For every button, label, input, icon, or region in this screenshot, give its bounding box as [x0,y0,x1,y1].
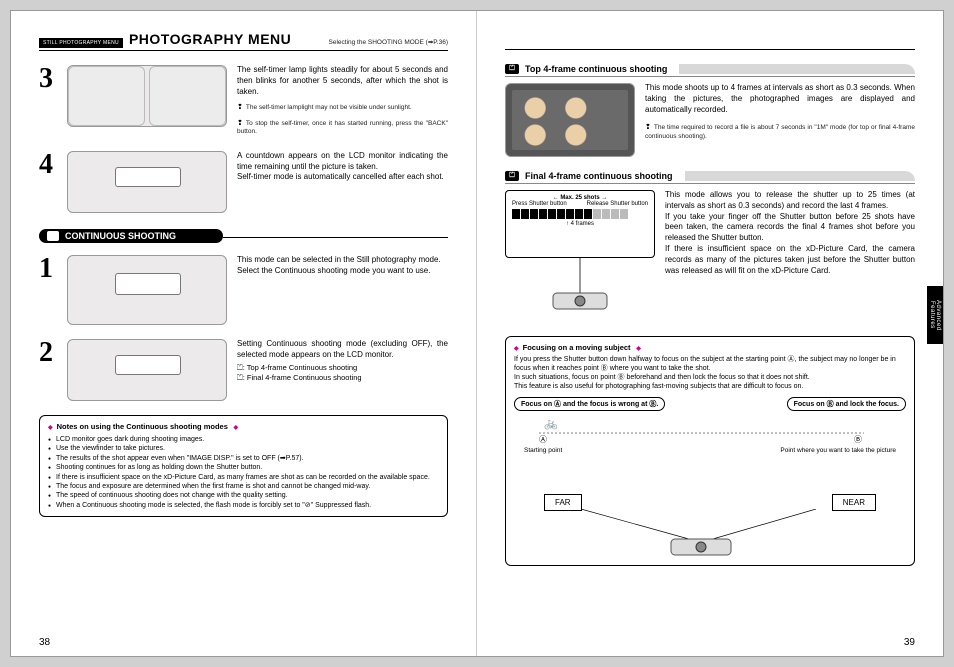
final4-timeline: ← Max. 25 shots → Press Shutter button R… [505,190,655,258]
top4-text: This mode shoots up to 4 frames at inter… [645,83,915,115]
icon-final4-label: : Final 4-frame Continuous shooting [243,373,362,382]
step4-text: A countdown appears on the LCD monitor i… [237,151,448,213]
step3-illustration [67,65,227,127]
focus-title: Focusing on a moving subject [514,343,906,352]
step2-illustration [67,339,227,401]
notes-box: Notes on using the Continuous shooting m… [39,415,448,518]
step1-illustration [67,255,227,325]
bicycle-diagram: 🚲 Ⓐ Ⓑ [514,415,906,445]
step3-text: The self-timer lamp lights steadily for … [237,65,448,97]
step2-text: Setting Continuous shooting mode (exclud… [237,339,448,361]
take-point-label: Point where you want to take the picture [780,447,896,454]
camera-bottom-diagram [506,509,914,559]
icon-top4-label: : Top 4-frame Continuous shooting [243,363,358,372]
starting-point-label: Starting point [524,447,562,454]
menu-title: PHOTOGRAPHY MENU [129,31,291,47]
focus-pill-a: Focus on Ⓐ and the focus is wrong at Ⓑ. [514,397,665,411]
header-row: STILL PHOTOGRAPHY MENU PHOTOGRAPHY MENU … [39,31,448,48]
note-item: If there is insufficient space on the xD… [48,473,439,482]
step4-illustration [67,151,227,213]
timeline-filmstrip [512,209,648,219]
svg-text:Ⓑ: Ⓑ [854,435,862,444]
note-item: Use the viewfinder to take pictures. [48,444,439,453]
page-number-right: 39 [904,637,915,648]
camera-diagram [505,258,655,318]
step3-note-2: To stop the self-timer, once it has star… [237,119,448,137]
notes-list: LCD monitor goes dark during shooting im… [48,435,439,511]
step-1: 1 This mode can be selected in the Still… [39,255,448,325]
step1-text: This mode can be selected in the Still p… [237,255,448,325]
top4-note: The time required to record a file is ab… [645,123,915,141]
note-item: Shooting continues for as long as holdin… [48,463,439,472]
timeline-press: Press Shutter button [512,201,567,207]
selecting-mode: Selecting the SHOOTING MODE (➡P.36) [329,38,448,46]
page-39: ⏍ Top 4-frame continuous shooting This m… [477,11,943,656]
page-spread: STILL PHOTOGRAPHY MENU PHOTOGRAPHY MENU … [10,10,944,657]
continuous-title: CONTINUOUS SHOOTING [65,231,176,241]
note-item: The results of the shot appear even when… [48,454,439,463]
top4-title: Top 4-frame continuous shooting [525,64,667,74]
step-number-2: 2 [39,339,57,401]
page-38: STILL PHOTOGRAPHY MENU PHOTOGRAPHY MENU … [11,11,477,656]
focusing-box: Focusing on a moving subject If you pres… [505,336,915,566]
page-number-left: 38 [39,637,50,648]
focus-body: If you press the Shutter button down hal… [514,355,906,391]
focus-pill-b: Focus on Ⓑ and lock the focus. [787,397,906,411]
note-item: The focus and exposure are determined wh… [48,482,439,491]
timeline-4frames: ↑ 4 frames [512,221,648,227]
notes-title: Notes on using the Continuous shooting m… [48,422,439,432]
note-item: The speed of continuous shooting does no… [48,491,439,500]
step-number-3: 3 [39,65,57,137]
section-continuous-shooting: CONTINUOUS SHOOTING [39,229,223,243]
final4-icon: ⏍ [505,171,519,181]
step-number-1: 1 [39,255,57,325]
section-top4: ⏍ Top 4-frame continuous shooting [505,62,915,77]
timeline-release: Release Shutter button [587,201,648,207]
side-tab-advanced: Advanced Features [927,286,943,344]
top4-illustration [505,83,635,157]
final4-title: Final 4-frame continuous shooting [525,171,673,181]
step-4: 4 A countdown appears on the LCD monitor… [39,151,448,213]
svg-text:🚲: 🚲 [544,418,558,430]
note-item: LCD monitor goes dark during shooting im… [48,435,439,444]
step-2: 2 Setting Continuous shooting mode (excl… [39,339,448,401]
step3-note-1: The self-timer lamplight may not be visi… [237,103,448,112]
step-number-4: 4 [39,151,57,213]
top4-icon: ⏍ [505,64,519,74]
section-final4: ⏍ Final 4-frame continuous shooting [505,169,915,184]
note-item: When a Continuous shooting mode is selec… [48,501,439,510]
continuous-icon [47,231,59,241]
svg-text:Ⓐ: Ⓐ [539,435,547,444]
step-3: 3 The self-timer lamp lights steadily fo… [39,65,448,137]
menu-tag: STILL PHOTOGRAPHY MENU [39,38,123,48]
final4-text: This mode allows you to release the shut… [665,190,915,320]
